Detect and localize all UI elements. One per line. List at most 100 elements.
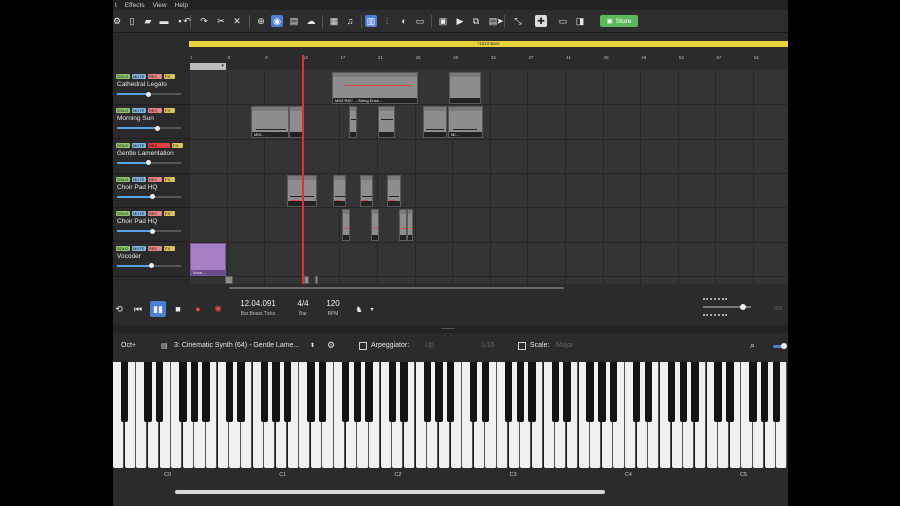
black-key[interactable] <box>470 362 478 422</box>
track-name[interactable]: Cathedral Legato <box>117 81 167 88</box>
fx-button[interactable]: FX <box>172 142 183 148</box>
black-key[interactable] <box>155 362 164 422</box>
black-key[interactable] <box>423 362 431 422</box>
play-pause-button[interactable]: ▮▮ <box>150 301 166 317</box>
region-dropdown-icon[interactable]: ▾ <box>221 63 224 69</box>
midi-clip[interactable] <box>371 209 379 241</box>
volume-knob[interactable] <box>739 304 746 310</box>
track-volume-slider[interactable] <box>117 160 181 166</box>
effects-icon[interactable]: ◐ <box>398 15 410 27</box>
record-arm-button[interactable]: REC <box>148 245 162 251</box>
fx-button[interactable]: FX <box>164 74 175 79</box>
black-key[interactable] <box>272 362 280 422</box>
track-volume-knob[interactable] <box>150 228 156 234</box>
menu-item-tracks[interactable]: t <box>115 2 117 9</box>
track-header[interactable]: SOLO MUTE REC FX Choir Pad HQ <box>113 174 189 208</box>
black-key[interactable] <box>726 362 734 422</box>
black-key[interactable] <box>504 362 513 422</box>
instrument-settings-icon[interactable]: ⚙ <box>327 340 335 351</box>
scale-checkbox[interactable] <box>518 342 526 350</box>
midi-clip[interactable] <box>333 175 346 207</box>
loop-bar[interactable]: *1013 Bars <box>189 41 788 47</box>
volume-slider[interactable] <box>703 304 751 310</box>
black-key[interactable] <box>225 362 234 422</box>
import-icon[interactable]: ▤ <box>288 15 300 27</box>
keyboard-toggle[interactable] <box>773 343 787 349</box>
track-volume-slider[interactable] <box>117 91 181 97</box>
mute-button[interactable]: MUTE <box>132 245 146 251</box>
black-key[interactable] <box>679 362 687 422</box>
octave-button[interactable]: Oct+ <box>121 342 136 349</box>
fx-button[interactable]: FX <box>164 108 175 114</box>
grid-icon[interactable]: ✚ <box>535 15 547 27</box>
black-key[interactable] <box>179 362 187 422</box>
split-icon[interactable]: ⧉ <box>470 15 482 27</box>
cloud-icon[interactable]: ☁ <box>305 15 317 27</box>
record-button[interactable]: ● <box>190 301 206 317</box>
black-key[interactable] <box>283 362 292 422</box>
instrument-icon[interactable]: ▤ <box>161 342 168 350</box>
solo-button[interactable]: SOLO <box>116 108 130 114</box>
metronome-dropdown-icon[interactable]: ▾ <box>364 301 380 317</box>
store-button[interactable]: ▣ Store <box>600 15 638 27</box>
black-key[interactable] <box>481 362 490 422</box>
track-volume-slider[interactable] <box>117 194 181 200</box>
midi-clip[interactable]: MIDI REC →String Ense... <box>332 72 418 104</box>
mute-button[interactable]: MUTE <box>132 108 146 114</box>
loop-icon[interactable]: ⟲ <box>113 301 127 317</box>
new-file-icon[interactable]: ▯ <box>126 15 138 27</box>
track-volume-knob[interactable] <box>145 160 151 166</box>
open-file-icon[interactable]: ▰ <box>142 15 154 27</box>
mute-button[interactable]: MUTE <box>132 142 146 148</box>
midi-clip[interactable] <box>360 175 373 207</box>
black-key[interactable] <box>632 362 641 422</box>
solo-button[interactable]: SOLO <box>116 245 130 251</box>
track-volume-slider[interactable] <box>117 228 181 234</box>
metronome-settings-icon[interactable]: ✺ <box>210 301 226 317</box>
track-header[interactable]: SOLO MUTE REC FX Choir Pad HQ <box>113 208 189 243</box>
black-key[interactable] <box>202 362 210 422</box>
instrument-selector[interactable]: 3: Cinematic Synth (64) - Gentle Lame... <box>174 342 299 349</box>
mute-button[interactable]: MUTE <box>132 211 146 217</box>
track-name[interactable]: Vocoder <box>117 253 141 260</box>
track-name[interactable]: Choir Pad HQ <box>117 184 157 191</box>
black-key[interactable] <box>120 362 129 422</box>
record-arm-button[interactable]: REC <box>148 142 170 148</box>
record-arm-button[interactable]: REC <box>148 211 162 217</box>
black-key[interactable] <box>598 362 606 422</box>
midi-clip[interactable] <box>349 106 357 138</box>
black-key[interactable] <box>667 362 676 422</box>
solo-button[interactable]: SOLO <box>116 176 130 182</box>
midi-clip[interactable] <box>399 209 407 241</box>
black-key[interactable] <box>435 362 443 422</box>
music-note-icon[interactable]: ♫ <box>344 15 356 27</box>
black-key[interactable] <box>749 362 757 422</box>
stop-button[interactable]: ■ <box>170 301 186 317</box>
midi-clip[interactable] <box>449 72 481 104</box>
fx-button[interactable]: FX <box>164 245 175 251</box>
track-name[interactable]: Gentle Lamentation <box>117 150 174 157</box>
arpeggiator-rate-select[interactable]: 1/16 <box>481 342 495 349</box>
track-header[interactable]: SOLO MUTE REC FX Vocoder <box>113 243 189 277</box>
black-key[interactable] <box>609 362 618 422</box>
black-key[interactable] <box>318 362 327 422</box>
record-arm-button[interactable]: REC <box>148 108 162 114</box>
black-key[interactable] <box>365 362 373 422</box>
black-key[interactable] <box>761 362 769 422</box>
scroll-thumb[interactable] <box>229 287 564 289</box>
mute-button[interactable]: MUTE <box>132 176 146 182</box>
black-key[interactable] <box>237 362 245 422</box>
mixer-icon[interactable]: ⫶ <box>381 15 393 27</box>
time-signature-display[interactable]: 4/4 <box>291 299 315 308</box>
black-key[interactable] <box>691 362 699 422</box>
record-mode-icon[interactable]: ◉ <box>271 15 283 27</box>
fx-button[interactable]: FX <box>164 176 175 182</box>
panel-icon[interactable]: ◨ <box>574 15 586 27</box>
redo-icon[interactable]: ↷ <box>198 15 210 27</box>
black-key[interactable] <box>563 362 571 422</box>
metronome-icon[interactable]: ▭ <box>414 15 426 27</box>
midi-clip[interactable] <box>289 106 303 138</box>
panel-splitter[interactable] <box>113 325 788 333</box>
settings-icon[interactable]: ⚙ <box>113 15 123 27</box>
black-key[interactable] <box>260 362 268 422</box>
